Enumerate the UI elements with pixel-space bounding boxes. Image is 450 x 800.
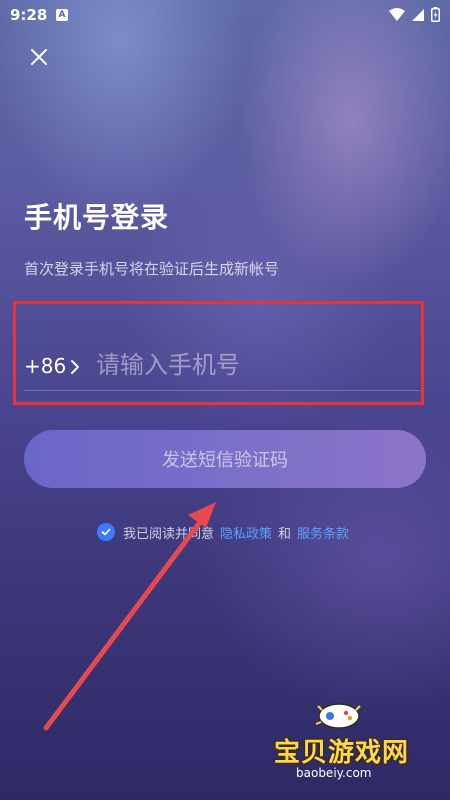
watermark-name: 宝贝游戏网 [274,738,410,768]
gamepad-icon [315,703,361,729]
watermark: 宝贝游戏网 baobeiy.com [274,702,424,782]
watermark-url: baobeiy.com [296,766,372,780]
annotation-arrow [43,502,216,731]
